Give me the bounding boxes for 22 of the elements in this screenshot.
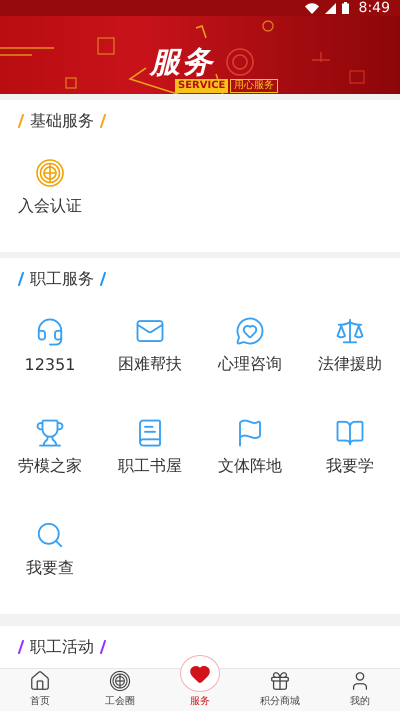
section-title: 基础服务 [30, 110, 94, 132]
nav-tab[interactable]: 首页 [0, 669, 80, 711]
banner-slogan: 用心服务 [230, 79, 278, 93]
service-item[interactable]: 法律援助 [300, 300, 400, 402]
section-title: 职工活动 [30, 636, 94, 658]
nav-tab[interactable]: 服务 [160, 655, 240, 711]
service-item[interactable]: 文体阵地 [200, 402, 300, 504]
nav-tab[interactable]: 工会圈 [80, 669, 160, 711]
nav-tab[interactable]: 积分商城 [240, 669, 320, 711]
service-item[interactable]: 12351 [0, 300, 100, 402]
nav-tab[interactable]: 我的 [320, 669, 400, 711]
banner-title: 服务 [150, 44, 214, 80]
status-time: 8:49 [358, 0, 390, 16]
service-item[interactable]: 困难帮扶 [100, 300, 200, 402]
service-item[interactable]: 心理咨询 [200, 300, 300, 402]
service-item[interactable]: 职工书屋 [100, 402, 200, 504]
section-title: 职工服务 [30, 268, 94, 290]
service-item[interactable]: 劳模之家 [0, 402, 100, 504]
service-item[interactable]: 我要学 [300, 402, 400, 504]
service-item[interactable]: 入会认证 [0, 142, 100, 244]
service-item[interactable]: 我要查 [0, 504, 100, 606]
banner-tag: SERVICE [175, 79, 228, 93]
